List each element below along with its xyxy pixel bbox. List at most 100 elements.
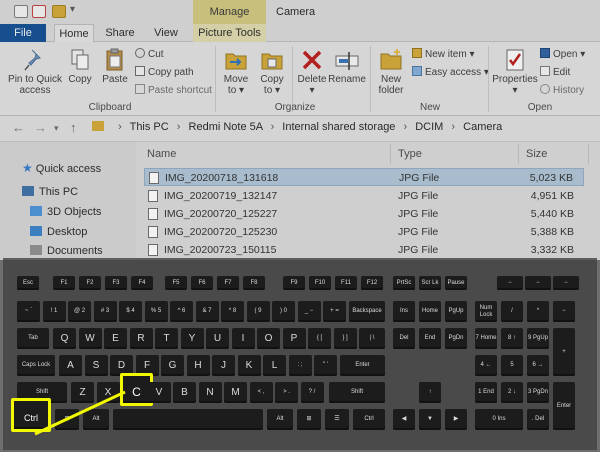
back-arrow-icon[interactable]: ← — [12, 120, 25, 135]
key-m[interactable]: M — [224, 382, 247, 403]
key-v[interactable]: V — [147, 382, 171, 403]
pin-to-quick-access-button[interactable]: Pin to Quick access — [6, 48, 64, 96]
key-ctrl[interactable]: Ctrl — [11, 398, 51, 432]
key-tab[interactable]: Tab — [17, 328, 49, 349]
key-ins[interactable]: Ins — [393, 301, 415, 322]
quick-access-properties-icon[interactable] — [14, 5, 28, 18]
key-symbol[interactable]: " ' — [314, 355, 337, 376]
key-symbol[interactable]: : ; — [288, 355, 312, 376]
edit-button[interactable]: Edit — [540, 66, 570, 79]
key-symbol[interactable]: ▼ — [419, 409, 441, 430]
key-symbol[interactable]: ~ ` — [17, 301, 40, 322]
key-q[interactable]: Q — [53, 328, 76, 349]
key-f1[interactable]: F1 — [53, 276, 75, 290]
key-l[interactable]: L — [263, 355, 286, 376]
move-to-button[interactable]: Move to ▾ — [220, 48, 252, 96]
nav-quick-access[interactable]: ★ Quick access — [22, 161, 101, 175]
key-symbol[interactable]: ☰ — [325, 409, 349, 430]
tab-home[interactable]: Home — [54, 24, 94, 42]
tab-picture-tools[interactable]: Picture Tools — [193, 24, 266, 42]
key-del[interactable]: Del — [393, 328, 415, 349]
easy-access-button[interactable]: Easy access ▾ — [412, 66, 489, 79]
key-f9[interactable]: F9 — [283, 276, 305, 290]
key-u[interactable]: U — [206, 328, 229, 349]
key-r[interactable]: R — [129, 328, 153, 349]
forward-arrow-icon[interactable]: → — [34, 120, 47, 135]
key-scr-lk[interactable]: Scr Lk — [419, 276, 441, 290]
key-j[interactable]: J — [212, 355, 235, 376]
key-8[interactable]: 8 ↑ — [501, 328, 523, 349]
key-a[interactable]: A — [59, 355, 82, 376]
key-4[interactable]: $ 4 — [119, 301, 142, 322]
recent-dropdown-icon[interactable]: ▾ — [54, 123, 59, 134]
key-home[interactable]: Home — [419, 301, 441, 322]
key-f8[interactable]: F8 — [243, 276, 265, 290]
key-w[interactable]: W — [78, 328, 102, 349]
key-symbol[interactable]: > . — [275, 382, 298, 403]
key-symbol[interactable]: < , — [249, 382, 273, 403]
key-symbol[interactable]: − — [497, 276, 523, 290]
breadcrumb-storage[interactable]: Internal shared storage — [282, 121, 395, 133]
nav-desktop[interactable]: Desktop — [30, 226, 87, 238]
quick-access-dropdown-icon[interactable]: ▾ — [70, 4, 75, 15]
new-item-button[interactable]: New item ▾ — [412, 48, 475, 61]
key-space[interactable] — [113, 409, 263, 430]
key-symbol[interactable]: − — [525, 276, 551, 290]
key-symbol[interactable]: ? / — [300, 382, 324, 403]
key-2[interactable]: @ 2 — [68, 301, 91, 322]
nav-3d-objects[interactable]: 3D Objects — [30, 206, 101, 218]
key-z[interactable]: Z — [71, 382, 94, 403]
key-f11[interactable]: F11 — [335, 276, 357, 290]
key-x[interactable]: X — [96, 382, 120, 403]
key-symbol[interactable]: + = — [323, 301, 346, 322]
key-f6[interactable]: F6 — [191, 276, 213, 290]
key-2[interactable]: 2 ↓ — [501, 382, 523, 403]
key-6[interactable]: ^ 6 — [170, 301, 193, 322]
key-e[interactable]: E — [104, 328, 127, 349]
breadcrumb-dcim[interactable]: DCIM — [415, 121, 443, 133]
key-num-lock[interactable]: Num Lock — [475, 301, 497, 322]
key-t[interactable]: T — [155, 328, 178, 349]
key-f3[interactable]: F3 — [105, 276, 127, 290]
key-pause[interactable]: Pause — [445, 276, 467, 290]
column-divider[interactable] — [588, 144, 589, 164]
key-5[interactable]: 5 — [501, 355, 523, 376]
key-f5[interactable]: F5 — [165, 276, 187, 290]
column-divider[interactable] — [518, 144, 519, 164]
key-symbol[interactable]: _ − — [297, 301, 321, 322]
key-f10[interactable]: F10 — [309, 276, 331, 290]
key-1-end[interactable]: 1 End — [475, 382, 497, 403]
key-symbol[interactable]: ◀ — [393, 409, 415, 430]
breadcrumb[interactable]: › This PC › Redmi Note 5A › Internal sha… — [92, 121, 592, 138]
key-pgup[interactable]: PgUp — [445, 301, 467, 322]
delete-button[interactable]: Delete ▾ — [296, 48, 328, 96]
breadcrumb-camera[interactable]: Camera — [463, 121, 502, 133]
key-5[interactable]: % 5 — [144, 301, 168, 322]
tab-view[interactable]: View — [150, 24, 182, 42]
key-del[interactable]: . Del — [527, 409, 549, 430]
nav-this-pc[interactable]: This PC — [22, 186, 78, 198]
column-header-type[interactable]: Type — [398, 148, 422, 160]
key-symbol[interactable]: ▶ — [445, 409, 467, 430]
copy-to-button[interactable]: Copy to ▾ — [256, 48, 288, 96]
key-symbol[interactable]: | \ — [359, 328, 385, 349]
key-symbol[interactable]: − — [553, 301, 575, 322]
up-arrow-icon[interactable]: ↑ — [70, 120, 77, 135]
key-enter[interactable]: Enter — [553, 382, 575, 430]
key-esc[interactable]: Esc — [17, 276, 39, 290]
key-f4[interactable]: F4 — [131, 276, 153, 290]
breadcrumb-device[interactable]: Redmi Note 5A — [189, 121, 263, 133]
rename-button[interactable]: Rename — [328, 48, 366, 85]
key-o[interactable]: O — [257, 328, 280, 349]
key-f7[interactable]: F7 — [217, 276, 239, 290]
key-f2[interactable]: F2 — [79, 276, 101, 290]
open-button[interactable]: Open ▾ — [540, 48, 585, 61]
key-caps-lock[interactable]: Caps Lock — [17, 355, 55, 376]
file-row[interactable]: IMG_20200720_125230 JPG File 5,388 KB — [144, 223, 584, 241]
breadcrumb-this-pc[interactable]: This PC — [130, 121, 169, 133]
key-9-pgup[interactable]: 9 PgUp — [527, 328, 549, 349]
file-row[interactable]: IMG_20200718_131618 JPG File 5,023 KB — [144, 168, 584, 186]
tab-file[interactable]: File — [0, 24, 46, 42]
file-row[interactable]: IMG_20200723_150115 JPG File 3,332 KB — [144, 241, 584, 259]
key-9[interactable]: ( 9 — [246, 301, 270, 322]
